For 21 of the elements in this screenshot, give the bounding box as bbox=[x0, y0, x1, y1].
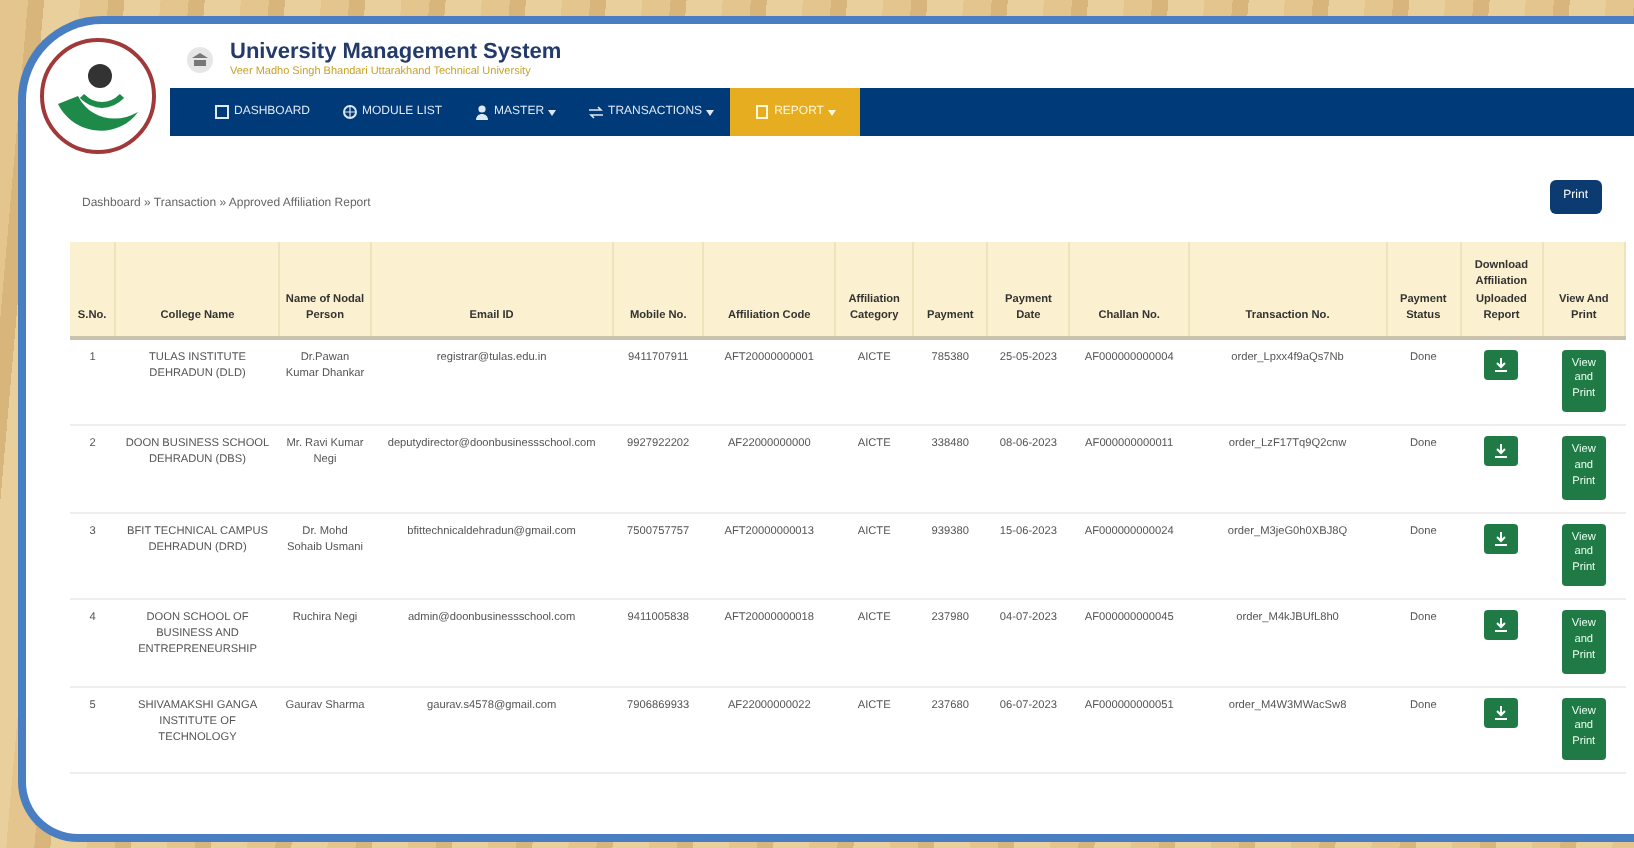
building-icon bbox=[186, 46, 214, 75]
arrows-icon bbox=[588, 104, 605, 121]
caret-icon bbox=[706, 109, 715, 116]
caret-icon bbox=[827, 109, 836, 116]
download-button[interactable] bbox=[1484, 697, 1519, 727]
download-icon bbox=[1494, 618, 1509, 633]
globe-icon bbox=[342, 104, 359, 121]
user-icon bbox=[474, 104, 491, 121]
download-icon bbox=[1494, 357, 1509, 372]
download-button[interactable] bbox=[1484, 610, 1519, 641]
caret-icon bbox=[548, 109, 557, 116]
dashboard-icon bbox=[214, 104, 230, 121]
download-icon bbox=[1494, 705, 1509, 719]
university-logo bbox=[38, 36, 158, 156]
download-button[interactable] bbox=[1484, 349, 1519, 380]
app-title: University Management System bbox=[230, 40, 562, 65]
download-icon bbox=[1494, 444, 1509, 459]
document-icon bbox=[754, 104, 771, 121]
download-button[interactable] bbox=[1484, 436, 1519, 467]
download-button[interactable] bbox=[1484, 523, 1519, 554]
download-icon bbox=[1494, 531, 1509, 546]
